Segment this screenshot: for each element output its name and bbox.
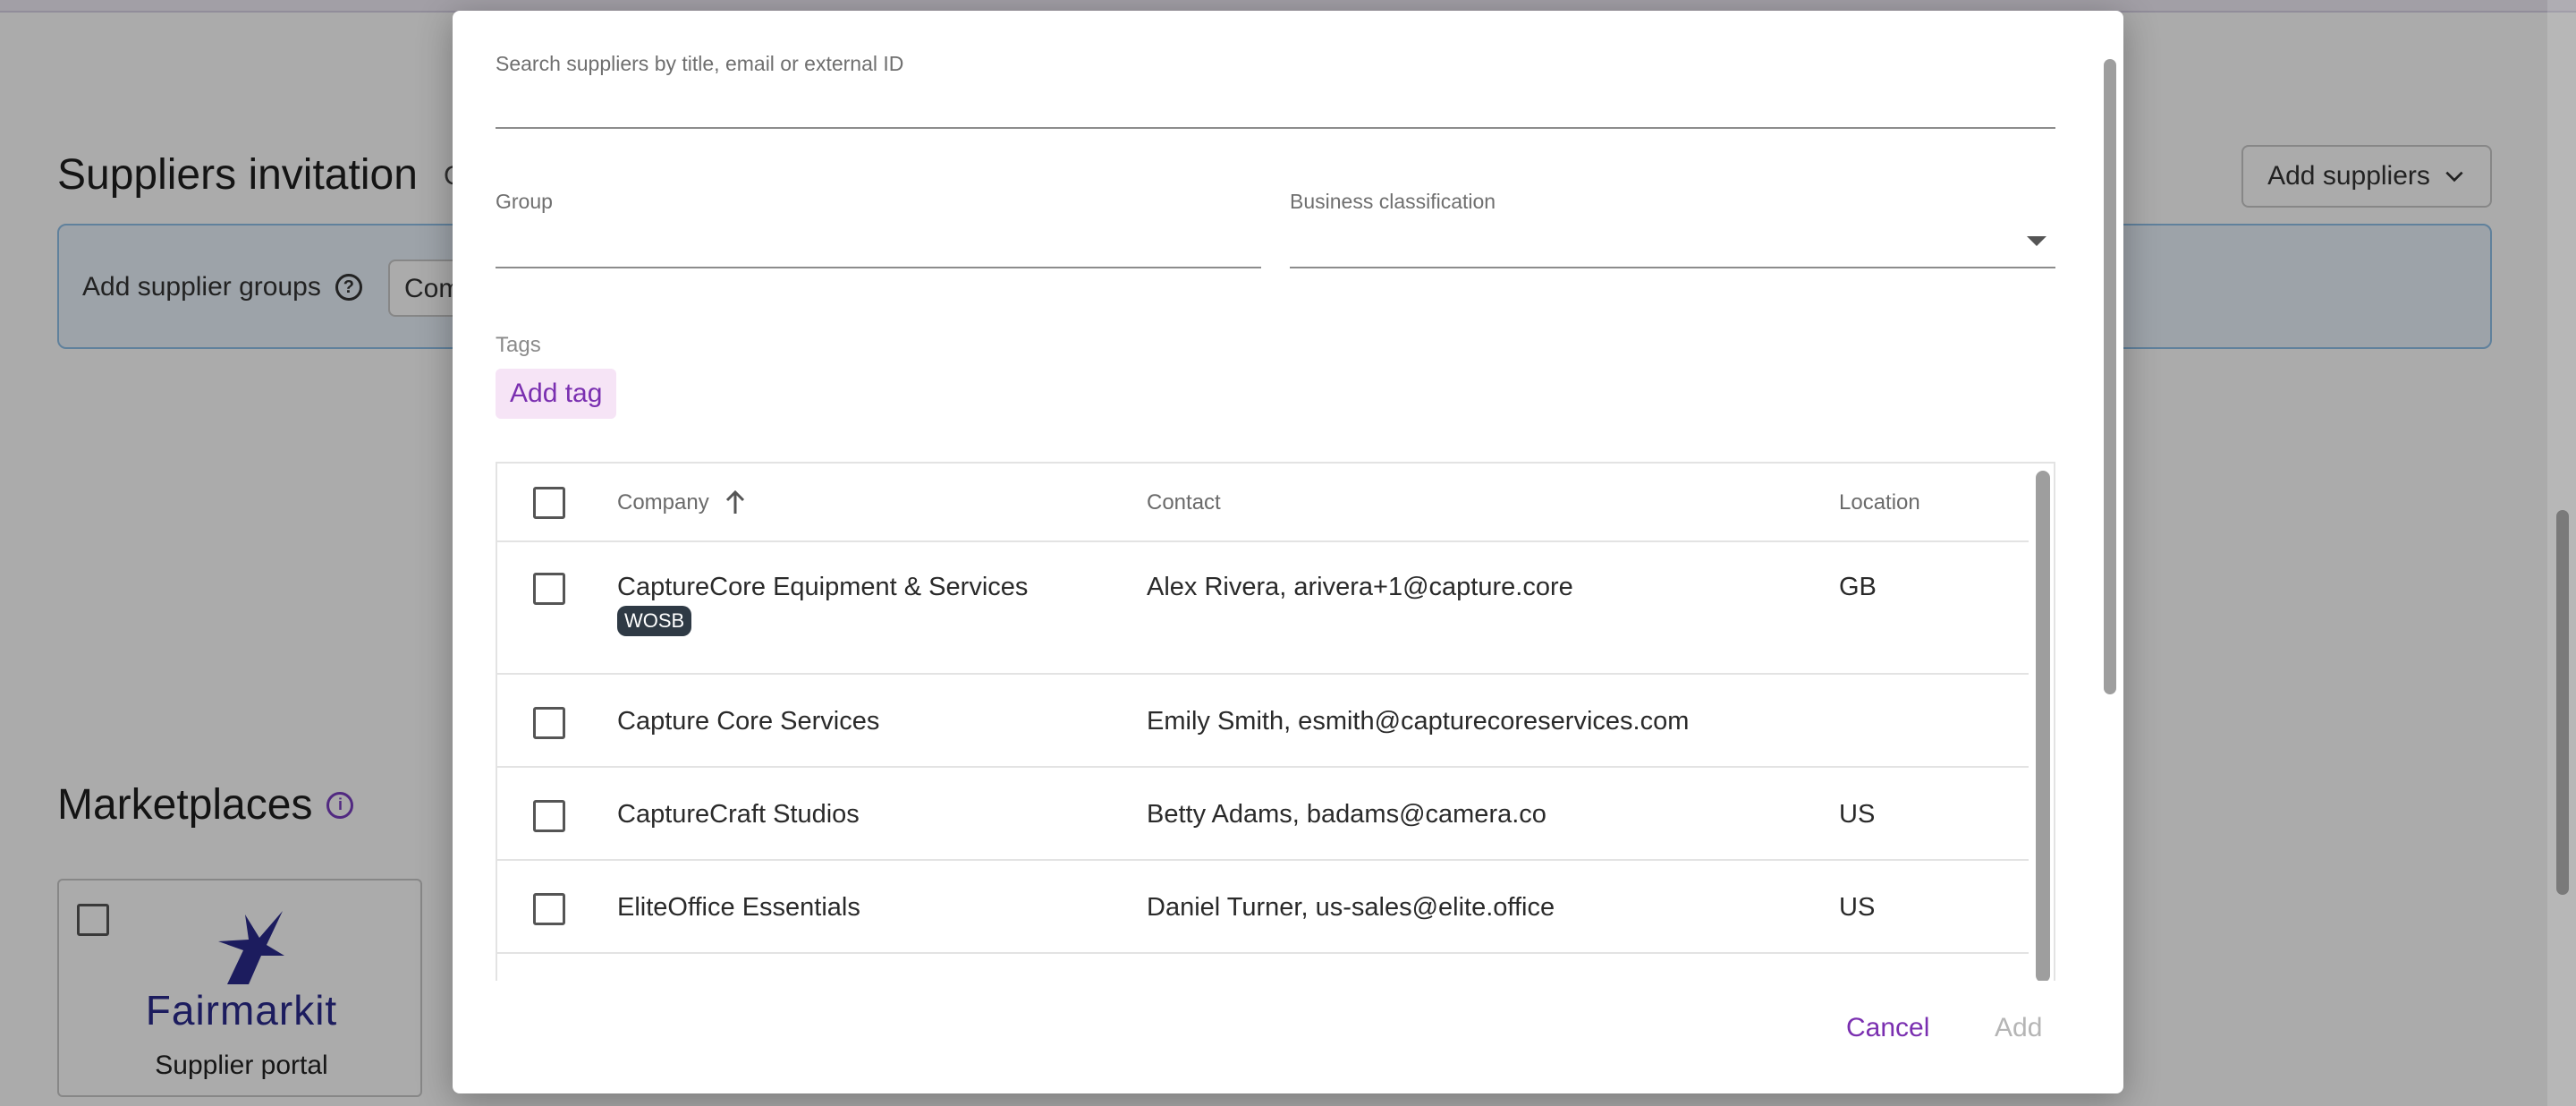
page-scrollbar-thumb[interactable] — [2556, 510, 2569, 895]
column-header-contact: Contact — [1147, 490, 1221, 515]
contact-cell: Alex Rivera, arivera+1@capture.core — [1147, 573, 1573, 601]
cancel-button[interactable]: Cancel — [1846, 1013, 1929, 1043]
select-all-checkbox[interactable] — [533, 487, 565, 519]
contact-cell: Emily Smith, esmith@capturecoreservices.… — [1147, 707, 1690, 736]
location-cell: US — [1839, 893, 1876, 922]
dialog-scrollbar-thumb[interactable] — [2104, 59, 2116, 694]
table-row[interactable]: Capture Core Services Emily Smith, esmit… — [497, 675, 2029, 768]
add-suppliers-dialog: Search suppliers by title, email or exte… — [453, 11, 2123, 1093]
table-row[interactable]: CaptureCore Equipment & Services WOSB Al… — [497, 542, 2029, 675]
company-cell: CaptureCore Equipment & Services — [617, 573, 1029, 601]
table-row[interactable]: EliteOffice Essentials Daniel Turner, us… — [497, 861, 2029, 954]
tags-label: Tags — [496, 333, 541, 357]
row-checkbox[interactable] — [533, 573, 565, 605]
contact-cell: Daniel Turner, us-sales@elite.office — [1147, 893, 1555, 922]
table-header-row: Company Contact Location — [497, 464, 2029, 542]
add-tag-button[interactable]: Add tag — [496, 369, 617, 419]
group-field[interactable] — [496, 186, 1261, 276]
contact-cell: Betty Adams, badams@camera.co — [1147, 800, 1546, 829]
arrow-up-icon[interactable] — [724, 489, 746, 515]
location-cell: US — [1839, 800, 1876, 829]
search-input-underline — [496, 127, 2055, 129]
location-cell: GB — [1839, 573, 1877, 601]
company-cell: CaptureCraft Studios — [617, 800, 860, 829]
wosb-badge: WOSB — [617, 606, 692, 636]
row-checkbox[interactable] — [533, 707, 565, 739]
table-scrollbar-thumb[interactable] — [2036, 471, 2050, 981]
add-button[interactable]: Add — [1995, 1013, 2042, 1043]
column-header-location: Location — [1839, 490, 1920, 515]
business-classification-underline — [1290, 267, 2055, 268]
group-field-underline — [496, 267, 1261, 268]
company-cell: Capture Core Services — [617, 707, 880, 736]
business-classification-select[interactable] — [1290, 186, 2055, 276]
column-header-company[interactable]: Company — [617, 490, 709, 515]
company-cell: EliteOffice Essentials — [617, 893, 860, 922]
search-suppliers-input[interactable] — [496, 47, 2055, 136]
row-checkbox[interactable] — [533, 800, 565, 832]
suppliers-table: Company Contact Location CaptureCore Equ… — [496, 462, 2055, 981]
table-row[interactable]: CaptureCraft Studios Betty Adams, badams… — [497, 768, 2029, 861]
caret-down-icon[interactable] — [2027, 236, 2046, 246]
row-checkbox[interactable] — [533, 893, 565, 925]
